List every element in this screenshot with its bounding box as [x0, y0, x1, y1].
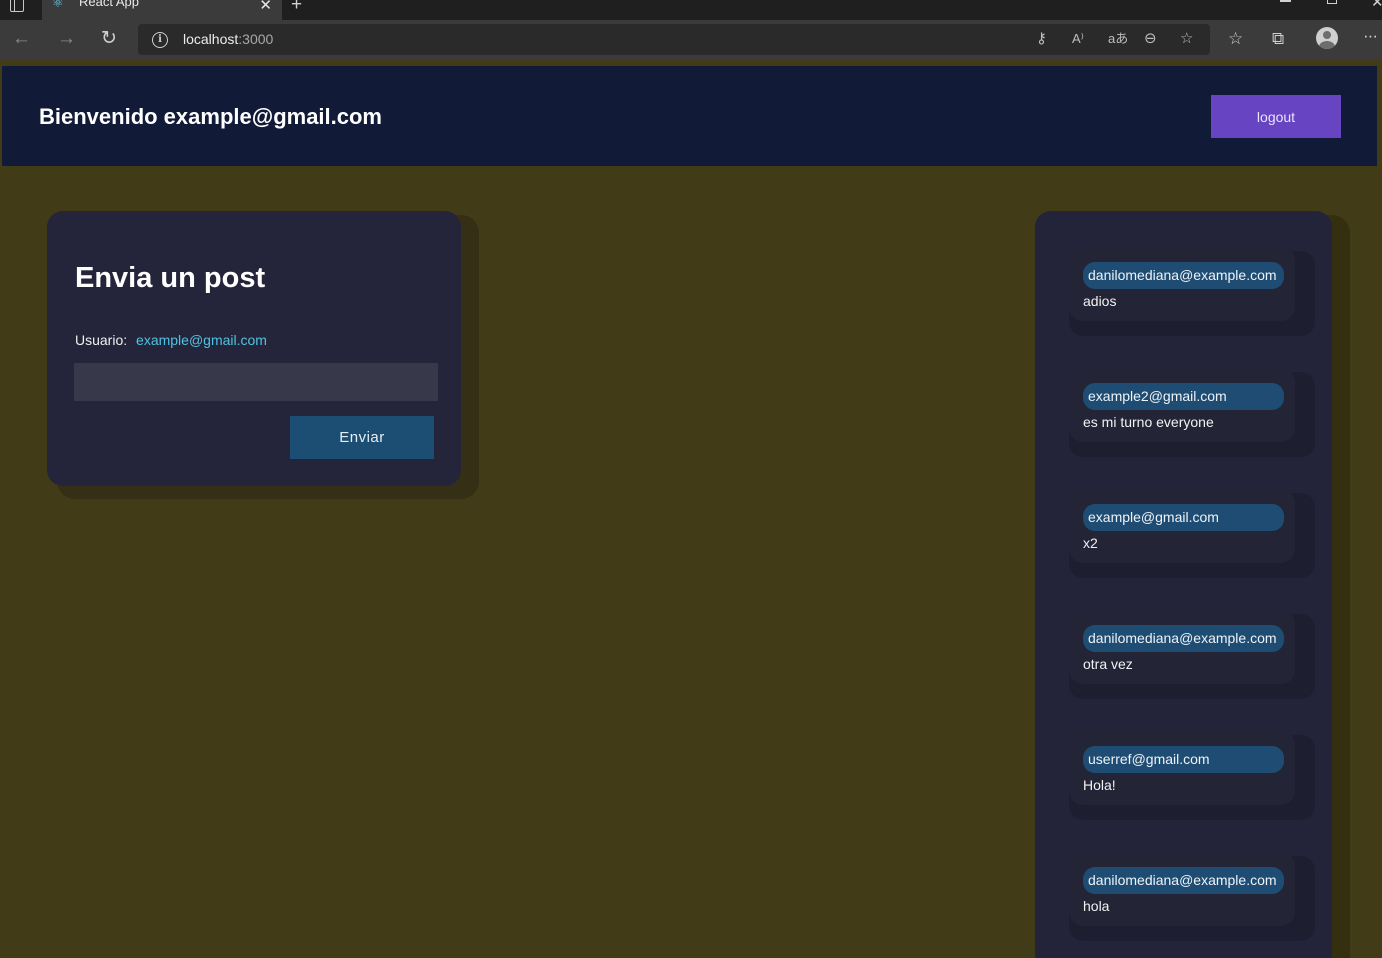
tab-title: React App	[79, 0, 139, 9]
post-item: example@gmail.com x2	[1069, 489, 1315, 578]
zoom-out-icon[interactable]: ⊖	[1144, 30, 1157, 48]
react-logo-icon: ⚛	[52, 0, 64, 10]
post-item: example2@gmail.com es mi turno everyone	[1069, 368, 1315, 457]
post-input[interactable]	[74, 363, 438, 401]
favorites-icon[interactable]: ☆	[1228, 29, 1243, 49]
post-author: userref@gmail.com	[1083, 746, 1284, 773]
window-close-icon[interactable]: ✕	[1371, 0, 1382, 11]
new-tab-icon[interactable]: +	[291, 0, 302, 16]
tab-close-icon[interactable]: ✕	[259, 0, 272, 14]
user-label: Usuario:	[75, 332, 128, 348]
url-text[interactable]: localhost:3000	[183, 31, 273, 47]
post-text: hola	[1083, 898, 1110, 914]
tab-actions-icon[interactable]	[10, 0, 24, 12]
post-text: otra vez	[1083, 656, 1133, 672]
post-text: adios	[1083, 293, 1117, 309]
post-item: danilomediana@example.com hola	[1069, 852, 1315, 941]
more-options-icon[interactable]: ···	[1363, 26, 1378, 46]
post-item: danilomediana@example.com otra vez	[1069, 610, 1315, 699]
post-feed: danilomediana@example.com adios example2…	[1035, 211, 1332, 958]
post-author: danilomediana@example.com	[1083, 262, 1284, 289]
key-icon[interactable]: ⚷	[1036, 30, 1047, 48]
collections-icon[interactable]: ⧉	[1272, 29, 1284, 49]
user-email: example@gmail.com	[136, 332, 267, 348]
post-item: danilomediana@example.com adios	[1069, 247, 1315, 336]
user-row: Usuario: example@gmail.com	[75, 332, 267, 348]
welcome-title: Bienvenido example@gmail.com	[39, 104, 382, 129]
browser-tab[interactable]: ⚛ React App ✕	[42, 0, 282, 20]
browser-tab-bar: ⚛ React App ✕ + ✕	[0, 0, 1382, 20]
browser-toolbar: ← → ↻ i localhost:3000 ⚷ A⁾ aあ ⊖ ☆ ☆ ⧉ ·…	[0, 20, 1382, 60]
profile-avatar-icon[interactable]	[1316, 27, 1338, 49]
post-text: es mi turno everyone	[1083, 414, 1214, 430]
forward-arrow-icon[interactable]: →	[57, 28, 76, 50]
app-header: Bienvenido example@gmail.com logout	[2, 66, 1377, 166]
read-aloud-icon[interactable]: A⁾	[1072, 30, 1084, 48]
back-arrow-icon[interactable]: ←	[12, 28, 31, 50]
post-form-card: Envia un post Usuario: example@gmail.com…	[47, 211, 461, 486]
post-author: example2@gmail.com	[1083, 383, 1284, 410]
post-text: x2	[1083, 535, 1098, 551]
minimize-icon[interactable]	[1280, 0, 1291, 2]
logout-button[interactable]: logout	[1211, 95, 1341, 138]
reload-icon[interactable]: ↻	[101, 28, 117, 50]
site-info-icon[interactable]: i	[152, 32, 168, 48]
maximize-icon[interactable]	[1327, 0, 1337, 4]
post-author: example@gmail.com	[1083, 504, 1284, 531]
post-author: danilomediana@example.com	[1083, 625, 1284, 652]
translate-icon[interactable]: aあ	[1108, 30, 1128, 48]
post-item: userref@gmail.com Hola!	[1069, 731, 1315, 820]
form-title: Envia un post	[75, 262, 266, 294]
post-author: danilomediana@example.com	[1083, 867, 1284, 894]
add-favorite-icon[interactable]: ☆	[1180, 30, 1193, 48]
post-text: Hola!	[1083, 777, 1116, 793]
send-button[interactable]: Enviar	[290, 416, 434, 459]
address-bar[interactable]: i localhost:3000 ⚷ A⁾ aあ ⊖ ☆	[138, 24, 1210, 55]
